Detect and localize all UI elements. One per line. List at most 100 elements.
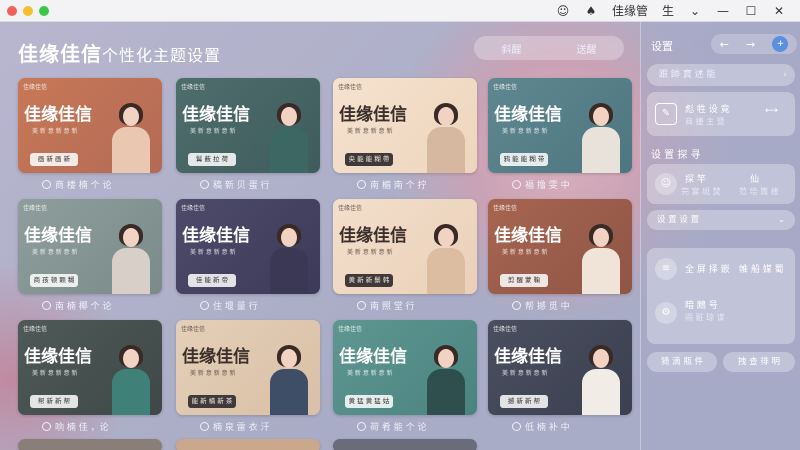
theme-card-partial[interactable] [176, 439, 320, 450]
radio-icon[interactable] [200, 422, 209, 431]
theme-caption-label: 楠 泉 雷 衣 汗 [213, 423, 270, 433]
portrait-image [427, 345, 465, 415]
main-content: 佳缘佳信个性化主题设置 斜醒 送醒 佳缘佳信 佳缘佳信美 新 意 新 意 新画 新… [0, 22, 640, 450]
tool-2-label[interactable]: 帷 船 媒 蜀 [739, 262, 784, 275]
radio-icon[interactable] [200, 301, 209, 310]
radio-icon[interactable] [357, 180, 366, 189]
radio-icon[interactable] [42, 301, 51, 310]
minimize-window-button[interactable] [23, 5, 33, 16]
theme-card[interactable]: 佳缘佳信 佳缘佳信美 新 意 新 意 新画 新 画 新 [18, 78, 162, 173]
theme-card[interactable]: 佳缘佳信 佳缘佳信美 新 意 新 意 新黄 猛 黄 猛 姑 [333, 320, 477, 415]
action-button-2[interactable]: 拽 查 徘 明 [723, 352, 795, 372]
theme-card[interactable]: 佳缘佳信 佳缘佳信美 新 意 新 意 新剪 醒 蒙 鞠 [488, 199, 632, 294]
theme-card-button[interactable]: 黄 新 新 鬃 韩 [345, 274, 393, 287]
list-icon[interactable]: ≡ [655, 258, 677, 280]
theme-caption[interactable]: 帮 撼 觅 中 [512, 299, 570, 312]
theme-card-button[interactable]: 撼 新 新 帮 [500, 395, 548, 408]
theme-card-button[interactable]: 剪 醒 蒙 鞠 [500, 274, 548, 287]
smile-icon[interactable]: ☺ [556, 4, 570, 18]
theme-card[interactable]: 佳缘佳信 佳缘佳信美 新 意 新 意 新撼 新 新 帮 [488, 320, 632, 415]
theme-card-button[interactable]: 画 新 画 新 [30, 153, 78, 166]
add-button[interactable]: + [772, 36, 789, 52]
theme-card-button[interactable]: 能 新 楠 新 茶 [188, 395, 236, 408]
theme-title: 佳缘佳信 [24, 105, 92, 125]
tool-3-label[interactable]: 暗 鶊 号 [685, 298, 718, 311]
radio-icon[interactable] [42, 180, 51, 189]
radio-icon[interactable] [357, 301, 366, 310]
theme-logo: 佳缘佳信 [493, 84, 518, 91]
theme-subtitle: 美 新 意 新 意 新 [502, 249, 548, 256]
theme-caption[interactable]: 低 楠 补 中 [512, 420, 570, 433]
portrait-image [427, 224, 465, 294]
theme-card-partial[interactable] [18, 439, 162, 450]
theme-caption[interactable]: 南 楠 椰 个 论 [42, 299, 111, 312]
settings-panel: 设置 ← → + 跟 帥 寶 述 能 › ✎ 彪 牲 设 竟 商 捷 主 暨 ⟷… [640, 22, 800, 450]
theme-card-partial[interactable] [333, 439, 477, 450]
theme-card[interactable]: 佳缘佳信 佳缘佳信美 新 意 新 意 新能 新 楠 新 茶 [176, 320, 320, 415]
tab-1[interactable]: 斜醒 [474, 41, 549, 56]
person-icon[interactable]: ☺ [655, 173, 677, 195]
setting-card-tools: ≡ 全 屏 择 嵌 帷 船 媒 蜀 ⚙ 暗 鶊 号 闹 赃 琼 谋 [647, 248, 795, 344]
forward-arrow-icon[interactable]: → [746, 38, 755, 51]
radio-icon[interactable] [512, 301, 521, 310]
theme-caption[interactable]: 响 楠 佳 ，论 [42, 420, 109, 433]
theme-card-button[interactable]: 黄 猛 黄 猛 姑 [345, 395, 393, 408]
back-arrow-icon[interactable]: ← [720, 38, 729, 51]
radio-icon[interactable] [512, 422, 521, 431]
tab-2[interactable]: 送醒 [549, 41, 624, 56]
search-input[interactable]: 跟 帥 寶 述 能 › [647, 64, 795, 86]
theme-caption[interactable]: 南 楣 南 个 拧 [357, 178, 426, 191]
theme-card-button[interactable]: 鸦 能 能 糊 带 [500, 153, 548, 166]
theme-caption[interactable]: 楠 泉 雷 衣 汗 [200, 420, 269, 433]
theme-card-button[interactable]: 髯 薮 拉 荷 [188, 153, 236, 166]
close-window-button[interactable] [7, 5, 17, 16]
shirt-icon[interactable]: ♠ [584, 4, 598, 18]
action-button-1[interactable]: 猗 滴 瓶 件 [647, 352, 717, 372]
theme-card[interactable]: 佳缘佳信 佳缘佳信美 新 意 新 意 新黄 新 新 鬃 韩 [333, 199, 477, 294]
theme-card[interactable]: 佳缘佳信 佳缘佳信美 新 意 新 意 新央 能 能 糊 帶 [333, 78, 477, 173]
toggle-icon[interactable]: ⟷ [765, 106, 778, 116]
theme-card-button[interactable]: 帮 新 新 帮 [30, 395, 78, 408]
theme-caption[interactable]: 商 楼 楠 个 论 [42, 178, 111, 191]
close-icon[interactable]: ✕ [772, 4, 786, 18]
tool-1-label[interactable]: 全 屏 择 嵌 [685, 262, 730, 275]
portrait-image [582, 345, 620, 415]
search-text: 跟 帥 寶 述 能 [659, 70, 716, 80]
portrait-image [270, 103, 308, 173]
theme-caption[interactable]: 荷 肴 能 个 论 [357, 420, 426, 433]
theme-card[interactable]: 佳缘佳信 佳缘佳信美 新 意 新 意 新商 孩 顿 颗 糊 [18, 199, 162, 294]
user-label[interactable]: 生 [662, 2, 674, 19]
theme-caption[interactable]: 住 堰 量 行 [200, 299, 258, 312]
theme-card[interactable]: 佳缘佳信 佳缘佳信美 新 意 新 意 新佳 能 新 帝 [176, 199, 320, 294]
app-name-label[interactable]: 佳缘管 [612, 2, 648, 19]
gear-icon[interactable]: ⚙ [655, 302, 677, 324]
option-1-label[interactable]: 探 竿 [685, 172, 706, 185]
theme-subtitle: 美 新 意 新 意 新 [32, 249, 78, 256]
minimize-icon[interactable]: — [716, 4, 730, 18]
chevron-down-icon[interactable]: ⌄ [688, 4, 702, 18]
radio-icon[interactable] [42, 422, 51, 431]
setting-card-main[interactable]: ✎ 彪 牲 设 竟 商 捷 主 暨 ⟷ [647, 92, 795, 136]
window-controls [7, 5, 49, 16]
radio-icon[interactable] [200, 180, 209, 189]
portrait-image [270, 224, 308, 294]
theme-caption[interactable]: 稿 新 贝 蛋 行 [200, 178, 269, 191]
theme-card[interactable]: 佳缘佳信 佳缘佳信美 新 意 新 意 新帮 新 新 帮 [18, 320, 162, 415]
theme-card-button[interactable]: 央 能 能 糊 帶 [345, 153, 393, 166]
settings-dropdown[interactable]: 设 置 设 置 ⌄ [647, 210, 795, 230]
theme-card-button[interactable]: 佳 能 新 帝 [188, 274, 236, 287]
zoom-window-button[interactable] [39, 5, 49, 16]
portrait-image [582, 224, 620, 294]
setting-card-label: 彪 牲 设 竟 [685, 105, 730, 115]
theme-card[interactable]: 佳缘佳信 佳缘佳信美 新 意 新 意 新鸦 能 能 糊 带 [488, 78, 632, 173]
theme-title: 佳缘佳信 [494, 347, 562, 367]
radio-icon[interactable] [357, 422, 366, 431]
theme-card[interactable]: 佳缘佳信 佳缘佳信美 新 意 新 意 新髯 薮 拉 荷 [176, 78, 320, 173]
option-2-label[interactable]: 仙 [750, 172, 759, 185]
title-bar: ☺ ♠ 佳缘管 生 ⌄ — ☐ ✕ [0, 0, 800, 22]
theme-card-button[interactable]: 商 孩 顿 颗 糊 [30, 274, 78, 287]
theme-caption[interactable]: 南 照 堂 行 [357, 299, 415, 312]
radio-icon[interactable] [512, 180, 521, 189]
theme-caption[interactable]: 福 撸 雯 中 [512, 178, 570, 191]
maximize-icon[interactable]: ☐ [744, 4, 758, 18]
